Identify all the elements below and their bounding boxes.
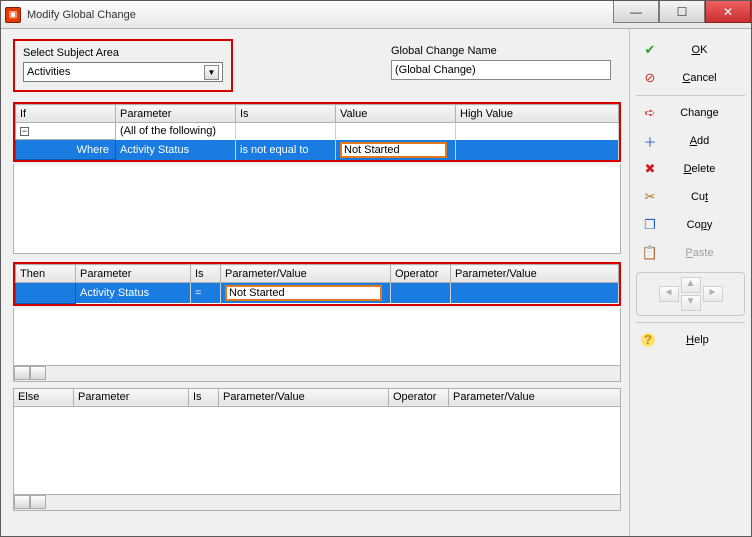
scroll-thumb[interactable] [30, 366, 46, 380]
col-pv2[interactable]: Parameter/Value [449, 388, 621, 406]
then-scrollbar[interactable] [13, 366, 621, 382]
chevron-down-icon[interactable]: ▼ [204, 65, 219, 80]
side-panel: ✔ OOKK ⊘ Cancel ➪ Change ＋ Add ✖ Delete … [629, 29, 751, 536]
col-parameter[interactable]: Parameter [74, 388, 189, 406]
then-grid[interactable]: Then Parameter Is Parameter/Value Operat… [15, 264, 619, 304]
col-pv1[interactable]: Parameter/Value [219, 388, 389, 406]
col-parameter[interactable]: Parameter [76, 265, 191, 283]
else-grid[interactable]: Else Parameter Is Parameter/Value Operat… [13, 388, 621, 407]
titlebar[interactable]: ▣ Modify Global Change — ☐ ✕ [1, 1, 751, 29]
cut-button[interactable]: ✂ Cut [636, 184, 745, 210]
scroll-left-icon[interactable] [14, 495, 30, 509]
cell-is[interactable]: = [191, 283, 221, 304]
scroll-thumb[interactable] [30, 495, 46, 509]
maximize-button[interactable]: ☐ [659, 1, 705, 23]
else-scrollbar[interactable] [13, 495, 621, 511]
window-title: Modify Global Change [27, 9, 136, 21]
scroll-left-icon[interactable] [14, 366, 30, 380]
row-label [16, 283, 76, 304]
if-section: If Parameter Is Value High Value − (All … [13, 102, 621, 162]
help-icon: ? [641, 333, 655, 347]
table-row[interactable]: − (All of the following) [16, 123, 619, 140]
col-is[interactable]: Is [236, 105, 336, 123]
col-is[interactable]: Is [189, 388, 219, 406]
change-name-group: Global Change Name [391, 39, 611, 92]
if-grid[interactable]: If Parameter Is Value High Value − (All … [15, 104, 619, 160]
change-name-input[interactable] [391, 60, 611, 80]
arrow-left-button[interactable]: ◄ [659, 286, 679, 302]
change-button[interactable]: ➪ Change [636, 100, 745, 126]
delete-button[interactable]: ✖ Delete [636, 156, 745, 182]
else-body-area[interactable] [13, 407, 621, 495]
help-button[interactable]: ? Help [636, 327, 745, 353]
row-label: Where [16, 140, 116, 160]
table-row[interactable]: Activity Status = Not Started [16, 283, 619, 304]
delete-icon: ✖ [641, 161, 659, 177]
if-body-area[interactable] [13, 164, 621, 254]
check-icon: ✔ [641, 42, 659, 58]
app-icon: ▣ [5, 7, 21, 23]
else-header-row: Else [14, 388, 74, 406]
arrow-right-button[interactable]: ► [703, 286, 723, 302]
cell-value[interactable]: Not Started [336, 140, 456, 160]
paste-button[interactable]: 📋 Paste [636, 240, 745, 266]
col-is[interactable]: Is [191, 265, 221, 283]
scissors-icon: ✂ [641, 189, 659, 205]
col-operator[interactable]: Operator [389, 388, 449, 406]
cell-parameter[interactable]: Activity Status [76, 283, 191, 304]
arrow-pad: ◄ ▲ ▼ ► [636, 272, 745, 316]
minimize-button[interactable]: — [613, 1, 659, 23]
arrow-down-button[interactable]: ▼ [681, 295, 701, 311]
subject-area-label: Select Subject Area [23, 47, 223, 59]
close-button[interactable]: ✕ [705, 1, 751, 23]
arrow-up-button[interactable]: ▲ [681, 277, 701, 293]
change-name-label: Global Change Name [391, 45, 611, 57]
then-header-row: Then [16, 265, 76, 283]
then-section: Then Parameter Is Parameter/Value Operat… [13, 262, 621, 306]
cancel-button[interactable]: ⊘ Cancel [636, 65, 745, 91]
cell-is[interactable]: is not equal to [236, 140, 336, 160]
cell-pv1[interactable]: Not Started [221, 283, 391, 304]
copy-icon: ❐ [641, 217, 659, 233]
col-high-value[interactable]: High Value [456, 105, 619, 123]
table-row[interactable]: Where Activity Status is not equal to No… [16, 140, 619, 160]
cell-parameter[interactable]: Activity Status [116, 140, 236, 160]
add-button[interactable]: ＋ Add [636, 128, 745, 154]
ok-button[interactable]: ✔ OOKK [636, 37, 745, 63]
copy-button[interactable]: ❐ Copy [636, 212, 745, 238]
cancel-icon: ⊘ [641, 70, 659, 86]
if-header-row: If [16, 105, 116, 123]
col-pv2[interactable]: Parameter/Value [451, 265, 619, 283]
subject-area-group: Select Subject Area Activities ▼ [13, 39, 233, 92]
plus-icon: ＋ [641, 132, 659, 151]
paste-icon: 📋 [641, 245, 659, 261]
cell-pv2[interactable] [451, 283, 619, 304]
col-parameter[interactable]: Parameter [116, 105, 236, 123]
cell-high-value[interactable] [456, 140, 619, 160]
modify-global-change-dialog: ▣ Modify Global Change — ☐ ✕ Select Subj… [0, 0, 752, 537]
subject-area-value: Activities [27, 66, 70, 78]
col-operator[interactable]: Operator [391, 265, 451, 283]
then-body-area[interactable] [13, 308, 621, 366]
cell-operator[interactable] [391, 283, 451, 304]
change-icon: ➪ [641, 105, 659, 121]
collapse-icon[interactable]: − [20, 127, 29, 136]
col-value[interactable]: Value [336, 105, 456, 123]
subject-area-dropdown[interactable]: Activities ▼ [23, 62, 223, 82]
col-pv1[interactable]: Parameter/Value [221, 265, 391, 283]
